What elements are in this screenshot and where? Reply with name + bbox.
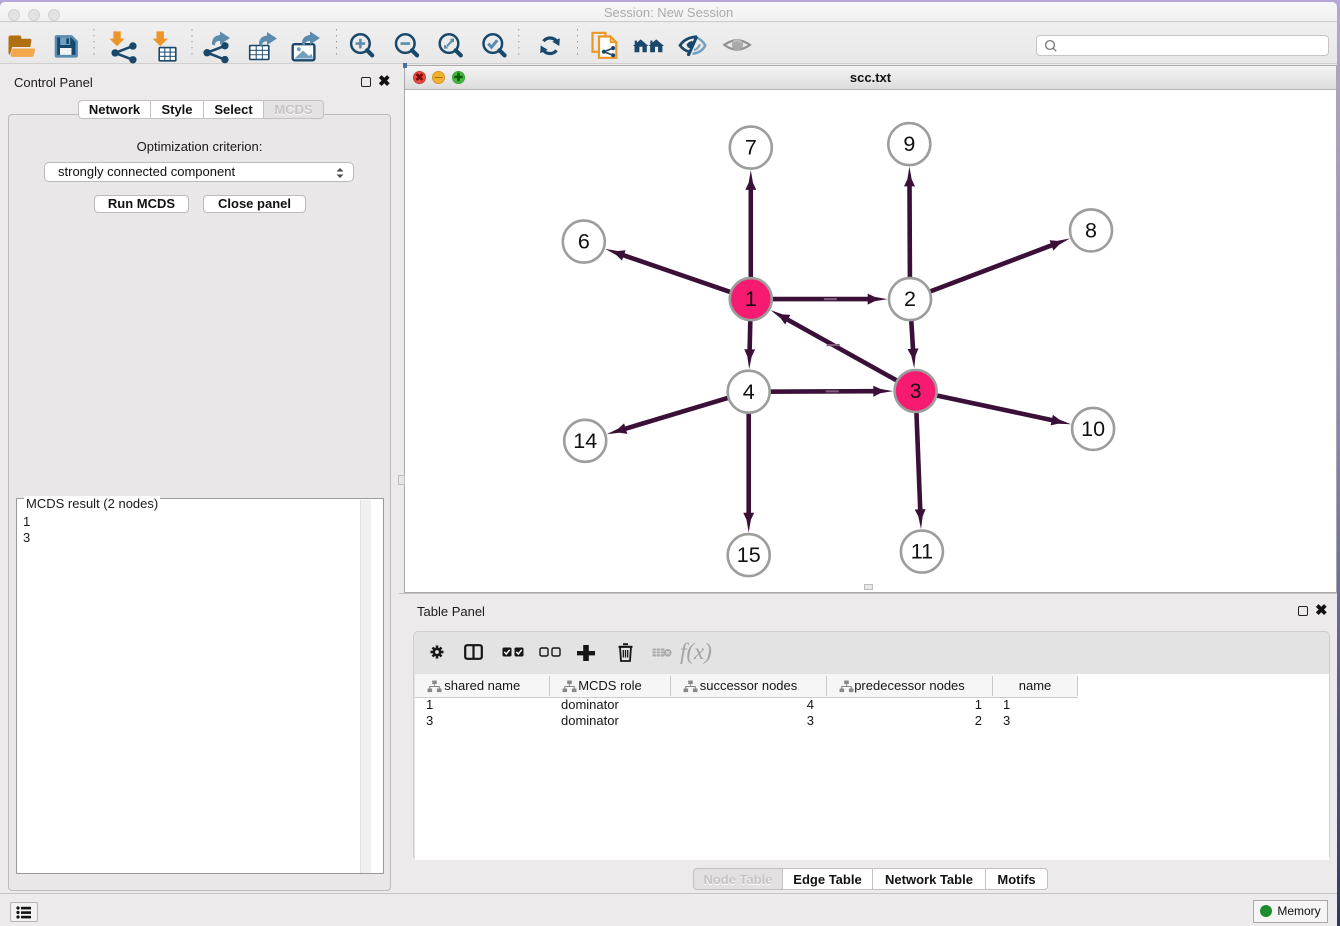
svg-text:4: 4: [743, 380, 755, 404]
svg-text:6: 6: [578, 230, 590, 254]
svg-text:10: 10: [1081, 417, 1105, 441]
svg-text:1: 1: [745, 287, 757, 311]
svg-text:7: 7: [745, 136, 757, 160]
svg-text:14: 14: [573, 429, 597, 453]
svg-text:9: 9: [903, 132, 915, 156]
svg-text:3: 3: [910, 379, 922, 403]
svg-text:2: 2: [904, 287, 916, 311]
svg-text:8: 8: [1085, 219, 1097, 243]
svg-text:15: 15: [737, 543, 761, 567]
svg-text:11: 11: [911, 540, 933, 564]
